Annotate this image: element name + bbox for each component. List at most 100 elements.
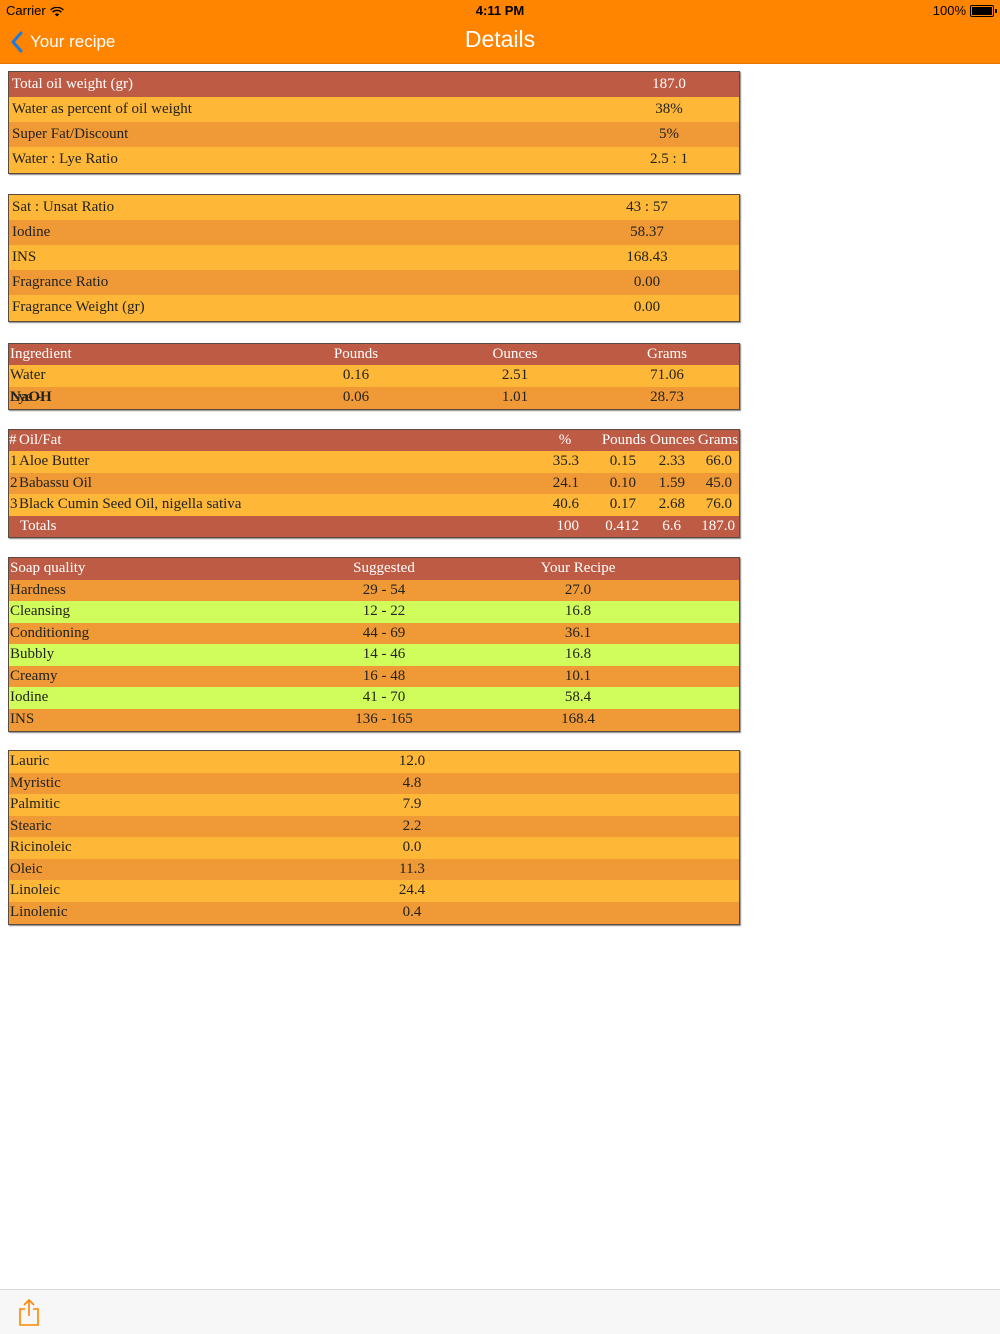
table-row: Creamy 16 - 48 10.1 (9, 666, 739, 687)
row-label: Water as percent of oil weight (12, 101, 192, 117)
ingredient-grams: 28.73 (650, 389, 684, 405)
share-button[interactable] (16, 1298, 42, 1327)
quality-value: 58.4 (564, 689, 592, 705)
ingredient-name-text: Lye - (10, 389, 42, 405)
navigation-bar: Your recipe Details (0, 22, 1000, 64)
header-percent: % (558, 432, 572, 448)
fatty-acid-table: Lauric 12.0 Myristic 4.8 Palmitic 7.9 Stear… (8, 750, 740, 925)
table-row: Bubbly 14 - 46 16.8 (9, 644, 739, 666)
row-label: Water : Lye Ratio (12, 151, 118, 167)
acid-name: Ricinoleic (10, 839, 72, 855)
page-title: Details (464, 26, 536, 52)
acid-value: 0.0 (402, 839, 422, 855)
row-value: 0.00 (633, 299, 661, 315)
header-pounds: Pounds (333, 346, 379, 362)
oils-table: # Oil/Fat % Pounds Ounces Grams 1 Aloe B… (8, 429, 740, 538)
status-time: 4:11 PM (475, 3, 525, 18)
table-row: Fragrance Weight (gr) 0.00 (9, 295, 739, 321)
ingredients-table: Ingredient Pounds Ounces Grams Water 0.1… (8, 343, 740, 410)
table-row: Linolenic 0.4 (9, 902, 739, 924)
row-value: 187.0 (652, 76, 686, 92)
row-label: INS (12, 249, 37, 265)
oil-ounces: 1.59 (658, 475, 685, 491)
table-row: Oleic 11.3 (9, 859, 739, 880)
acid-value: 12.0 (398, 753, 426, 769)
row-value: 2.5 : 1 (650, 151, 688, 167)
table-row: Palmitic 7.9 (9, 794, 739, 816)
row-label: Iodine (12, 224, 51, 240)
oil-grams: 66.0 (705, 453, 732, 469)
header-your-recipe: Your Recipe (540, 560, 616, 576)
row-label: Fragrance Ratio (12, 274, 109, 290)
quality-suggested: 136 - 165 (355, 711, 413, 727)
table-row: Fragrance Ratio 0.00 (9, 270, 739, 295)
soap-quality-table: Soap quality Suggested Your Recipe Hardn… (8, 557, 740, 732)
table-row: Total oil weight (gr) 187.0 (9, 72, 739, 97)
acid-value: 7.9 (402, 796, 422, 812)
ingredient-grams: 71.06 (650, 367, 684, 383)
quality-value: 16.8 (564, 646, 592, 662)
acid-name: Linolenic (10, 904, 68, 920)
quality-name: INS (10, 711, 35, 727)
quality-suggested: 12 - 22 (362, 603, 406, 619)
acid-value: 4.8 (402, 775, 422, 791)
acid-name: Linoleic (10, 882, 60, 898)
oil-ounces: 2.68 (658, 496, 685, 512)
oil-name: Aloe Butter (19, 453, 90, 469)
oil-percent: 40.6 (552, 496, 579, 512)
table-header-row: Ingredient Pounds Ounces Grams (9, 344, 739, 365)
table-header-row: Soap quality Suggested Your Recipe (9, 558, 739, 580)
status-bar: Carrier 4:11 PM 100% (0, 0, 1000, 22)
header-ingredient: Ingredient (10, 346, 72, 362)
header-grams: Grams (647, 346, 687, 362)
quality-suggested: 29 - 54 (362, 582, 406, 598)
header-oil: Oil/Fat (19, 432, 62, 448)
table-row: Lauric 12.0 (9, 751, 739, 773)
battery-icon (970, 5, 997, 17)
oil-pounds: 0.10 (609, 475, 636, 491)
totals-percent: 100 (556, 518, 580, 534)
oil-number: 3 (10, 496, 18, 512)
quality-name: Bubbly (10, 646, 55, 662)
quality-suggested: 44 - 69 (362, 625, 406, 641)
table-row: 2 Babassu Oil 24.1 0.10 1.59 45.0 (9, 473, 739, 494)
table-row: Linoleic 24.4 (9, 880, 739, 902)
quality-suggested: 14 - 46 (362, 646, 406, 662)
oil-percent: 35.3 (552, 453, 579, 469)
oil-number: 1 (10, 453, 18, 469)
row-label: Super Fat/Discount (12, 126, 129, 142)
row-label: Fragrance Weight (gr) (12, 299, 145, 315)
oil-grams: 76.0 (705, 496, 732, 512)
oil-grams: 45.0 (705, 475, 732, 491)
table-row: Lye - NaOH 0.06 1.01 28.73 (9, 387, 739, 409)
table-row: Conditioning 44 - 69 36.1 (9, 623, 739, 644)
totals-label: Totals (20, 518, 57, 534)
summary-table: Total oil weight (gr) 187.0 Water as perc… (8, 71, 740, 174)
quality-name: Hardness (10, 582, 66, 598)
quality-name: Iodine (10, 689, 49, 705)
table-row: Hardness 29 - 54 27.0 (9, 580, 739, 601)
table-row: Water as percent of oil weight 38% (9, 97, 739, 122)
header-ounces: Ounces (650, 432, 695, 448)
table-row: Iodine 41 - 70 58.4 (9, 687, 739, 709)
acid-value: 11.3 (399, 861, 425, 877)
ingredient-ounces: 1.01 (501, 389, 529, 405)
quality-value: 10.1 (564, 668, 592, 684)
oil-percent: 24.1 (552, 475, 579, 491)
totals-grams: 187.0 (701, 518, 735, 534)
quality-value: 27.0 (564, 582, 592, 598)
acid-value: 2.2 (402, 818, 422, 834)
quality-name: Conditioning (10, 625, 90, 641)
row-label: Total oil weight (gr) (12, 76, 134, 92)
ingredient-ounces: 2.51 (501, 367, 529, 383)
oil-ounces: 2.33 (658, 453, 685, 469)
acid-name: Myristic (10, 775, 61, 791)
quality-name: Creamy (10, 668, 58, 684)
row-label: Sat : Unsat Ratio (12, 199, 115, 215)
table-row: Sat : Unsat Ratio 43 : 57 (9, 195, 739, 220)
row-value: 168.43 (626, 249, 668, 265)
totals-row: Totals 100 0.412 6.6 187.0 (9, 516, 739, 537)
totals-ounces: 6.6 (662, 518, 681, 534)
oil-pounds: 0.15 (609, 453, 636, 469)
acid-value: 24.4 (398, 882, 426, 898)
